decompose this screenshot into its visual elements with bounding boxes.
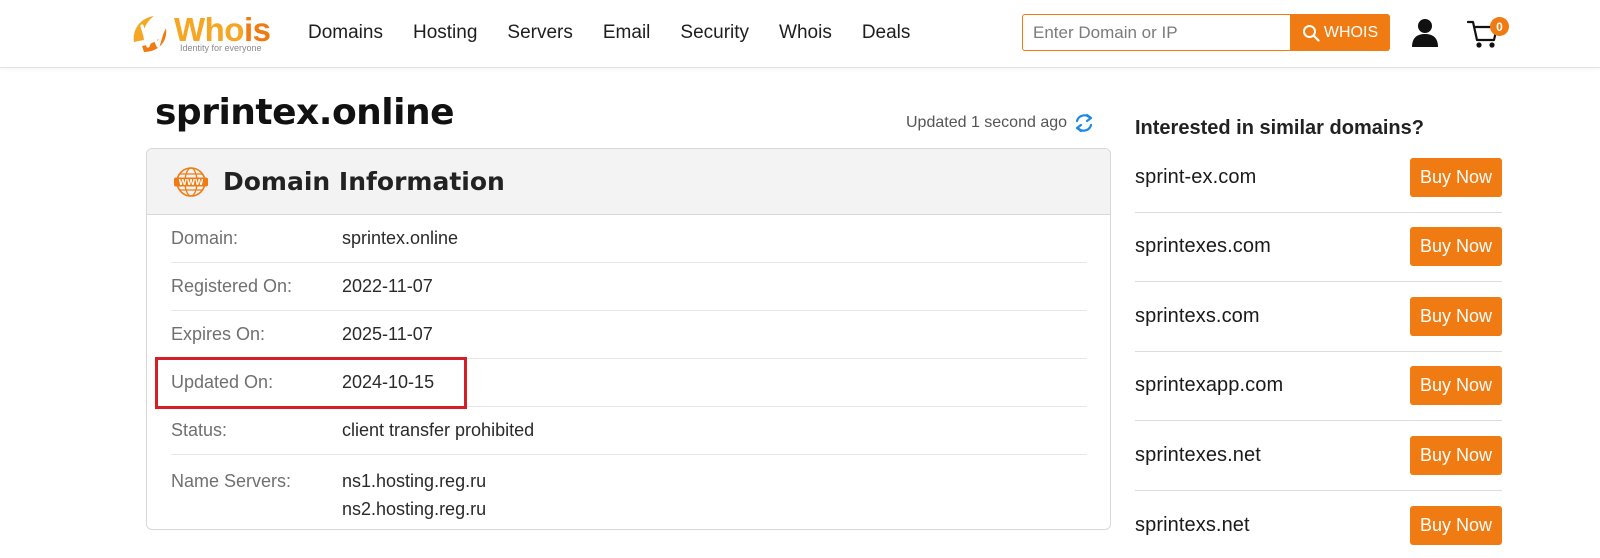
main-nav: Domains Hosting Servers Email Security W… bbox=[308, 20, 940, 46]
site-header: Whois Identity for everyone Domains Host… bbox=[0, 0, 1600, 68]
updated-text: Updated 1 second ago bbox=[906, 114, 1068, 131]
info-label: Domain: bbox=[171, 228, 239, 248]
whois-search-button[interactable]: WHOIS bbox=[1290, 14, 1390, 51]
info-label: Name Servers: bbox=[171, 471, 292, 491]
domain-info-rows: Domain: sprintex.online Registered On: 2… bbox=[171, 215, 1087, 529]
nav-hosting[interactable]: Hosting bbox=[413, 20, 477, 46]
similar-domains-list: sprint-ex.com Buy Now sprintexes.com Buy… bbox=[1135, 143, 1502, 558]
logo-tagline: Identity for everyone bbox=[180, 43, 262, 53]
domain-information-card: WWW Domain Information Domain: sprintex.… bbox=[146, 148, 1111, 530]
whois-logo-icon bbox=[133, 16, 167, 52]
refresh-icon[interactable] bbox=[1073, 112, 1095, 134]
similar-domain-item: sprint-ex.com Buy Now bbox=[1135, 143, 1502, 213]
name-server-2: ns2.hosting.reg.ru bbox=[342, 499, 487, 519]
similar-domain-name: sprintexs.net bbox=[1135, 513, 1250, 536]
info-value: sprintex.online bbox=[342, 228, 459, 248]
similar-domain-item: sprintexapp.com Buy Now bbox=[1135, 352, 1502, 421]
info-label: Registered On: bbox=[171, 276, 293, 296]
similar-domain-item: sprintexs.net Buy Now bbox=[1135, 491, 1502, 558]
similar-domain-name: sprintexes.com bbox=[1135, 235, 1271, 258]
search-bar: WHOIS bbox=[1022, 14, 1390, 51]
info-value: 2025-11-07 bbox=[342, 324, 433, 344]
cart-count-badge: 0 bbox=[1490, 17, 1509, 36]
page-title: sprintex.online bbox=[155, 92, 455, 133]
nav-domains[interactable]: Domains bbox=[308, 20, 383, 46]
similar-domain-item: sprintexs.com Buy Now bbox=[1135, 282, 1502, 352]
info-row-registered: Registered On: 2022-11-07 bbox=[171, 263, 1087, 311]
buy-now-button[interactable]: Buy Now bbox=[1410, 435, 1502, 475]
similar-domain-item: sprintexes.com Buy Now bbox=[1135, 213, 1502, 282]
buy-now-button[interactable]: Buy Now bbox=[1410, 227, 1502, 267]
buy-now-button[interactable]: Buy Now bbox=[1410, 296, 1502, 336]
svg-text:WWW: WWW bbox=[179, 178, 205, 187]
search-button-label: WHOIS bbox=[1323, 23, 1379, 41]
similar-domain-name: sprintexs.com bbox=[1135, 304, 1260, 327]
similar-domain-name: sprint-ex.com bbox=[1135, 165, 1257, 188]
buy-now-button[interactable]: Buy Now bbox=[1410, 366, 1502, 406]
name-server-1: ns1.hosting.reg.ru bbox=[342, 471, 487, 491]
similar-domain-name: sprintexes.net bbox=[1135, 443, 1261, 466]
user-icon[interactable] bbox=[1411, 18, 1439, 48]
info-row-expires: Expires On: 2025-11-07 bbox=[171, 311, 1087, 359]
nav-deals[interactable]: Deals bbox=[862, 20, 911, 46]
nav-email[interactable]: Email bbox=[603, 20, 651, 46]
site-logo[interactable]: Whois Identity for everyone bbox=[128, 10, 278, 58]
similar-domains-heading: Interested in similar domains? bbox=[1135, 117, 1424, 139]
buy-now-button[interactable]: Buy Now bbox=[1410, 157, 1502, 197]
search-input[interactable] bbox=[1022, 14, 1290, 51]
similar-domain-item: sprintexes.net Buy Now bbox=[1135, 421, 1502, 491]
card-title: Domain Information bbox=[223, 167, 505, 196]
info-value: 2022-11-07 bbox=[342, 276, 433, 296]
info-row-status: Status: client transfer prohibited bbox=[171, 407, 1087, 455]
nav-security[interactable]: Security bbox=[680, 20, 749, 46]
card-header: WWW Domain Information bbox=[147, 149, 1110, 215]
similar-domain-name: sprintexapp.com bbox=[1135, 374, 1284, 397]
info-row-name-servers: Name Servers: ns1.hosting.reg.ru ns2.hos… bbox=[171, 455, 1087, 529]
info-value: 2024-10-15 bbox=[342, 372, 435, 392]
buy-now-button[interactable]: Buy Now bbox=[1410, 505, 1502, 545]
info-value: client transfer prohibited bbox=[342, 420, 535, 440]
search-icon bbox=[1302, 24, 1320, 42]
info-label: Updated On: bbox=[171, 372, 274, 392]
www-icon: WWW bbox=[174, 166, 208, 197]
updated-note: Updated 1 second ago bbox=[906, 112, 1095, 134]
nav-servers[interactable]: Servers bbox=[507, 20, 572, 46]
info-label: Expires On: bbox=[171, 324, 266, 344]
info-row-domain: Domain: sprintex.online bbox=[171, 215, 1087, 263]
nav-whois[interactable]: Whois bbox=[779, 20, 832, 46]
info-value: ns1.hosting.reg.ru ns2.hosting.reg.ru bbox=[342, 467, 486, 523]
info-row-updated: Updated On: 2024-10-15 bbox=[171, 359, 1087, 407]
info-label: Status: bbox=[171, 420, 228, 440]
